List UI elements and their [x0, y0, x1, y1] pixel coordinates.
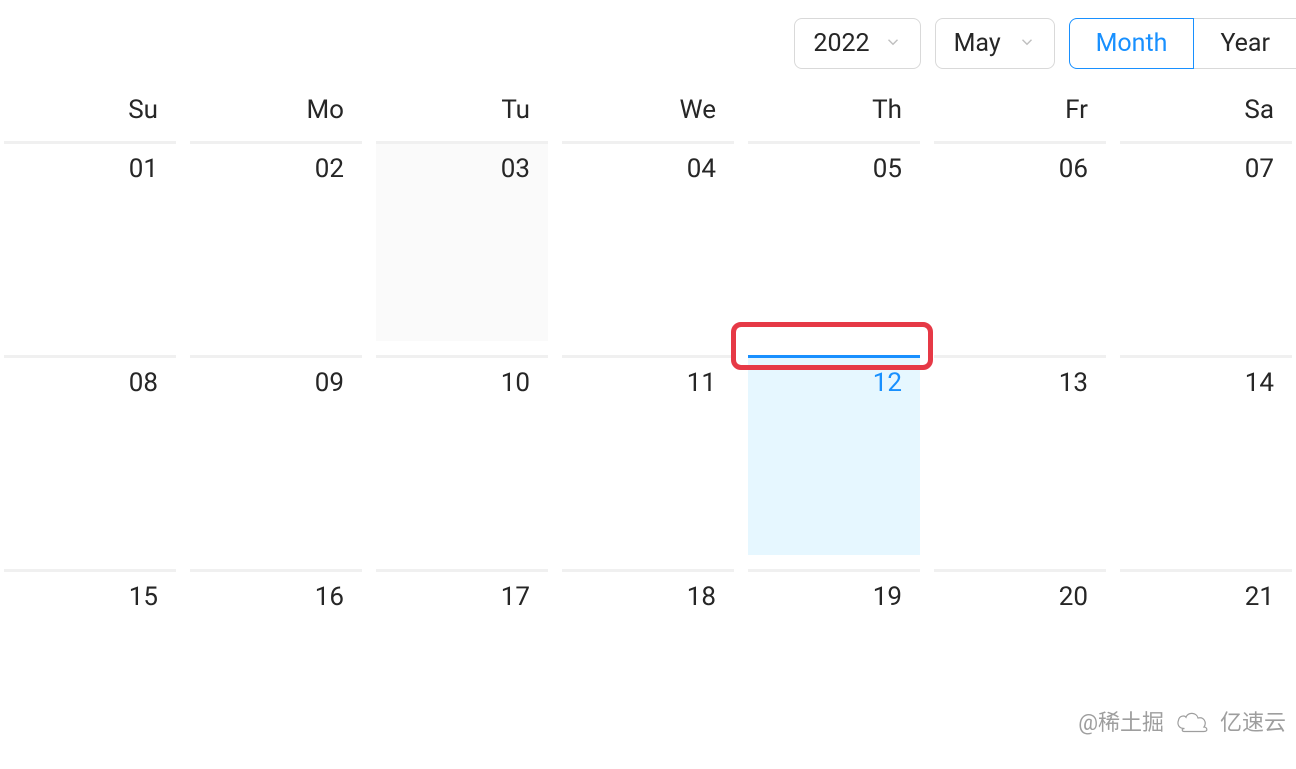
day-number: 11 [687, 368, 716, 398]
day-number: 19 [873, 582, 902, 612]
weekday-header-cell: Fr [934, 87, 1106, 135]
day-number: 03 [501, 154, 530, 184]
day-cell[interactable]: 16 [190, 569, 362, 769]
chevron-down-icon [884, 29, 902, 58]
day-cell[interactable]: 11 [562, 355, 734, 555]
watermark-text-2: 亿速云 [1220, 705, 1286, 737]
day-cell[interactable]: 03 [376, 141, 548, 341]
day-number: 07 [1245, 154, 1274, 184]
day-number: 20 [1059, 582, 1088, 612]
day-number: 05 [873, 154, 902, 184]
day-number: 18 [687, 582, 716, 612]
day-cell[interactable]: 04 [562, 141, 734, 341]
day-cell[interactable]: 20 [934, 569, 1106, 769]
day-cell[interactable]: 21 [1120, 569, 1292, 769]
day-cell[interactable]: 14 [1120, 355, 1292, 555]
day-number: 15 [129, 582, 158, 612]
calendar-days-grid: 01 02 03 04 05 06 07 08 09 10 11 12 13 14 15 16 17 18 19 20… [0, 141, 1296, 769]
cloud-icon [1174, 709, 1210, 733]
weekday-header-row: Su Mo Tu We Th Fr Sa [0, 87, 1296, 141]
day-number: 13 [1059, 368, 1088, 398]
calendar-container: 2022 May Month Year Su Mo Tu We Th Fr Sa 01 02 0… [0, 0, 1296, 745]
day-cell[interactable]: 10 [376, 355, 548, 555]
calendar-header: 2022 May Month Year [0, 0, 1296, 87]
day-number: 08 [129, 368, 158, 398]
day-number: 09 [315, 368, 344, 398]
day-cell[interactable]: 13 [934, 355, 1106, 555]
view-month-label: Month [1096, 29, 1168, 58]
day-number: 10 [501, 368, 530, 398]
weekday-header-cell: Th [748, 87, 920, 135]
day-cell[interactable]: 05 [748, 141, 920, 341]
view-year-button[interactable]: Year [1194, 18, 1296, 69]
day-number: 04 [687, 154, 716, 184]
watermark-text-1: @稀土掘 [1078, 705, 1164, 737]
day-cell[interactable]: 15 [4, 569, 176, 769]
day-number: 06 [1059, 154, 1088, 184]
month-select-value: May [954, 29, 1001, 58]
weekday-header-cell: Mo [190, 87, 362, 135]
day-cell[interactable]: 01 [4, 141, 176, 341]
day-number: 14 [1245, 368, 1274, 398]
view-year-label: Year [1220, 29, 1270, 58]
day-number: 01 [129, 154, 158, 184]
day-cell[interactable]: 17 [376, 569, 548, 769]
weekday-header-cell: Su [4, 87, 176, 135]
day-cell[interactable]: 18 [562, 569, 734, 769]
day-cell[interactable]: 12 [748, 355, 920, 555]
day-number: 12 [873, 368, 902, 398]
day-cell[interactable]: 07 [1120, 141, 1292, 341]
month-select[interactable]: May [935, 18, 1055, 69]
day-cell[interactable]: 08 [4, 355, 176, 555]
year-select[interactable]: 2022 [794, 18, 920, 69]
chevron-down-icon [1018, 29, 1036, 58]
day-number: 21 [1245, 582, 1274, 612]
weekday-header-cell: Tu [376, 87, 548, 135]
day-number: 16 [315, 582, 344, 612]
view-mode-toggle: Month Year [1069, 18, 1296, 69]
day-cell[interactable]: 19 [748, 569, 920, 769]
day-cell[interactable]: 02 [190, 141, 362, 341]
weekday-header-cell: We [562, 87, 734, 135]
day-number: 02 [315, 154, 344, 184]
weekday-header-cell: Sa [1120, 87, 1292, 135]
view-month-button[interactable]: Month [1069, 18, 1195, 69]
year-select-value: 2022 [813, 29, 869, 58]
day-cell[interactable]: 06 [934, 141, 1106, 341]
watermark: @稀土掘 亿速云 [1078, 705, 1286, 737]
day-number: 17 [501, 582, 530, 612]
day-cell[interactable]: 09 [190, 355, 362, 555]
